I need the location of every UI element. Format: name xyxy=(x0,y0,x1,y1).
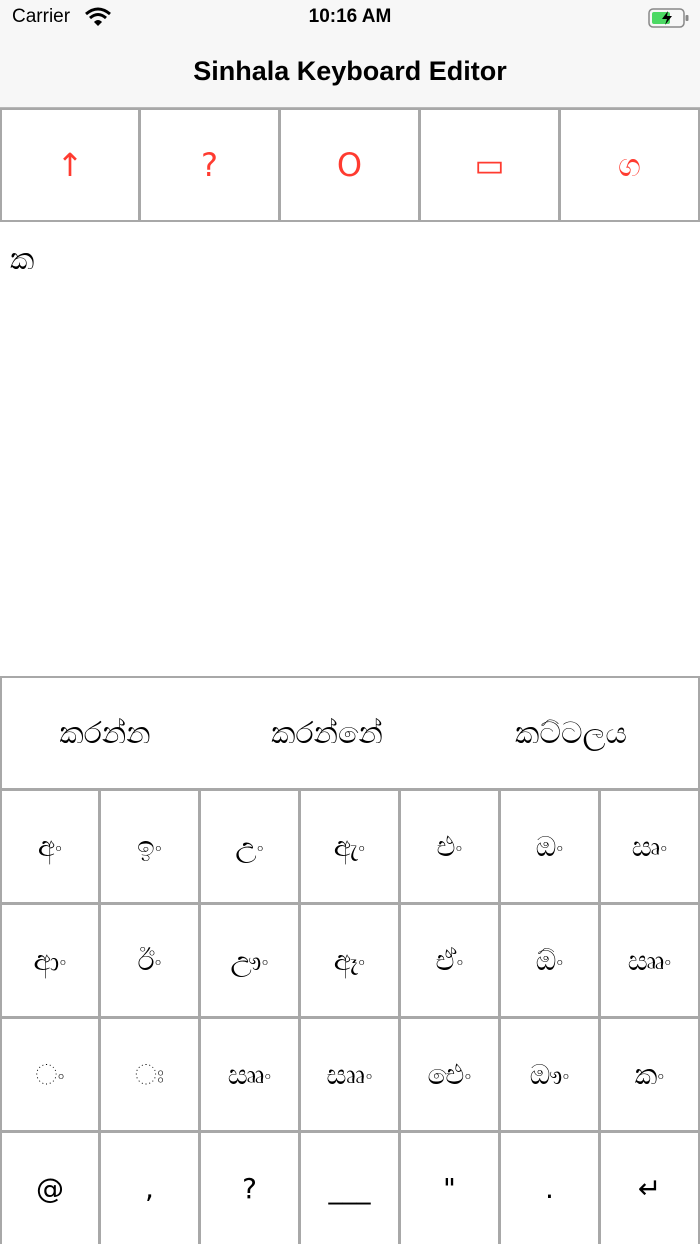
key[interactable]: ඉං xyxy=(101,791,198,902)
key[interactable]: එං xyxy=(401,791,498,902)
suggestion-bar: කරන්න කරන්නේ කට්ටලය xyxy=(2,678,698,788)
key[interactable]: උං xyxy=(201,791,298,902)
page-title: Sinhala Keyboard Editor xyxy=(193,56,507,86)
key[interactable]: ඍං xyxy=(601,791,698,902)
question-key[interactable]: ? xyxy=(201,1133,298,1244)
suggestion-item[interactable]: කරන්නේ xyxy=(224,678,430,788)
status-bar: Carrier 10:16 AM xyxy=(0,0,700,36)
key[interactable]: ඎං xyxy=(201,1019,298,1130)
key[interactable]: ඎං xyxy=(601,905,698,1016)
circle-icon: O xyxy=(336,146,363,184)
toolbar: ↑ ? O ▭ ග xyxy=(0,108,700,222)
key[interactable]: ඌං xyxy=(201,905,298,1016)
language-button[interactable]: ග xyxy=(561,110,698,220)
key[interactable]: ඓං xyxy=(401,1019,498,1130)
return-key[interactable]: ↵ xyxy=(601,1133,698,1244)
key[interactable]: ඒං xyxy=(401,905,498,1016)
text-editor[interactable]: ක xyxy=(0,222,700,676)
key[interactable]: ඖං xyxy=(501,1019,598,1130)
key[interactable]: සෲං xyxy=(301,1019,398,1130)
keyboard: කරන්න කරන්නේ කට්ටලය අං ඉං උං ඇං එං ඔං ඍං… xyxy=(0,676,700,1244)
space-key[interactable]: ___ xyxy=(301,1133,398,1244)
circle-button[interactable]: O xyxy=(281,110,418,220)
key[interactable]: ං xyxy=(2,1019,98,1130)
battery-charging-icon xyxy=(648,8,689,28)
navigation-bar: Sinhala Keyboard Editor xyxy=(0,36,700,108)
key[interactable]: ඃ xyxy=(101,1019,198,1130)
suggestion-item[interactable]: කරන්න xyxy=(2,678,208,788)
suggestion-item[interactable]: කට්ටලය xyxy=(468,678,674,788)
key[interactable]: කං xyxy=(601,1019,698,1130)
arrow-up-icon: ↑ xyxy=(56,146,84,184)
key[interactable]: අං xyxy=(2,791,98,902)
quote-key[interactable]: " xyxy=(401,1133,498,1244)
key[interactable]: ආං xyxy=(2,905,98,1016)
sinhala-letter-icon: ග xyxy=(618,145,641,184)
rectangle-icon: ▭ xyxy=(474,146,505,184)
at-key[interactable]: @ xyxy=(2,1133,98,1244)
question-icon: ? xyxy=(201,146,218,184)
key[interactable]: ඈං xyxy=(301,905,398,1016)
help-button[interactable]: ? xyxy=(141,110,278,220)
period-key[interactable]: . xyxy=(501,1133,598,1244)
key[interactable]: ඕං xyxy=(501,905,598,1016)
comma-key[interactable]: , xyxy=(101,1133,198,1244)
rectangle-button[interactable]: ▭ xyxy=(421,110,558,220)
clock: 10:16 AM xyxy=(308,6,392,27)
key[interactable]: ඇං xyxy=(301,791,398,902)
key[interactable]: ඊං xyxy=(101,905,198,1016)
shift-button[interactable]: ↑ xyxy=(2,110,138,220)
key[interactable]: ඔං xyxy=(501,791,598,902)
editor-text: ක xyxy=(10,242,35,277)
